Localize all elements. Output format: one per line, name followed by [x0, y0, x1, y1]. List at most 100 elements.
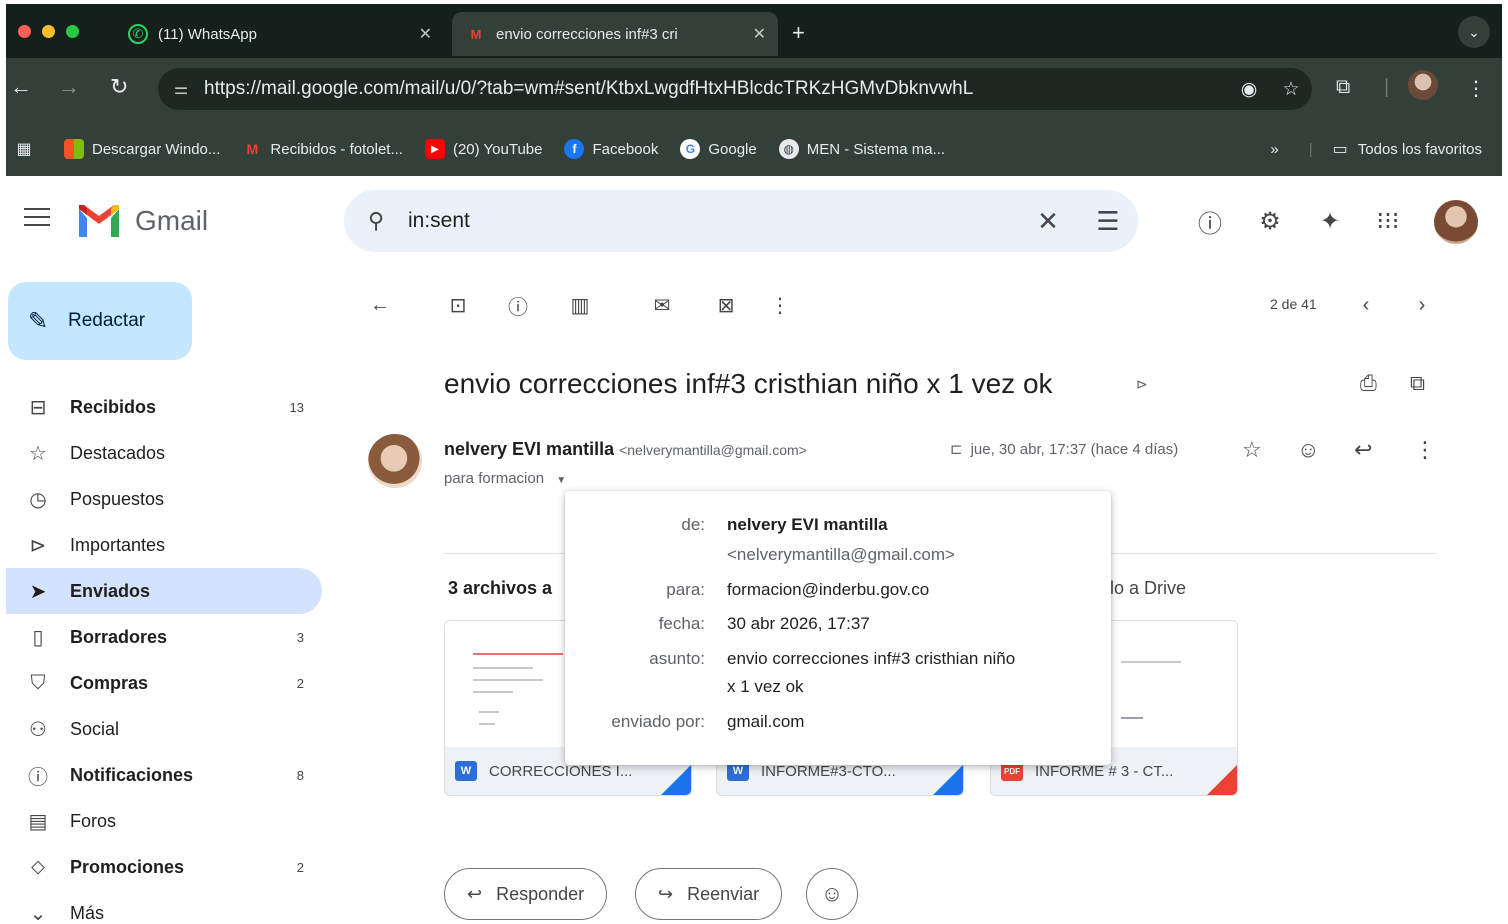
reply-icon[interactable]: ↩	[1354, 437, 1372, 463]
trash-icon[interactable]: ▥	[562, 288, 598, 322]
sidebar-item-social[interactable]: ⚇ Social	[6, 706, 322, 752]
archive-icon[interactable]: ⊡	[440, 288, 476, 322]
bookmarks-overflow-button[interactable]: »	[1270, 141, 1278, 158]
more-menu-icon[interactable]: ⋮	[1466, 76, 1486, 101]
bookmark-item[interactable]: ◍ MEN - Sistema ma...	[778, 139, 946, 159]
emoji-reaction-icon[interactable]: ☺	[1297, 437, 1319, 463]
search-icon[interactable]: ⚲	[344, 208, 408, 234]
mark-unread-icon[interactable]: ✉	[644, 288, 680, 322]
minimize-window-button[interactable]	[42, 25, 55, 38]
sidebar-item-label: Importantes	[70, 534, 166, 555]
extensions-icon[interactable]: ⧉	[1336, 76, 1350, 99]
bookmark-star-icon[interactable]: ☆	[1270, 78, 1312, 101]
new-tab-button[interactable]: +	[792, 20, 805, 46]
details-label: para:	[666, 580, 705, 599]
bookmark-label: (20) YouTube	[452, 140, 543, 158]
back-arrow-icon[interactable]: ←	[362, 288, 398, 322]
all-bookmarks-button[interactable]: Todos los favoritos	[1358, 141, 1482, 158]
tag-icon: ⬦	[31, 855, 45, 878]
gmail-logo-icon[interactable]	[76, 203, 122, 241]
sender-avatar[interactable]	[368, 434, 422, 488]
tab-title: envio correcciones inf#3 cri	[496, 25, 678, 43]
sidebar-item-promociones[interactable]: ⬦ Promociones 2	[6, 844, 322, 890]
sender-name[interactable]: nelvery EVI mantilla	[444, 439, 614, 459]
recipient-toggle[interactable]: para formacion ▼	[444, 470, 566, 487]
close-window-button[interactable]	[18, 25, 31, 38]
tab-whatsapp[interactable]: ✆ (11) WhatsApp ✕	[114, 12, 444, 56]
profile-avatar[interactable]	[1408, 70, 1438, 100]
sidebar-item-destacados[interactable]: ☆ Destacados	[6, 430, 322, 476]
caret-down-icon[interactable]: ▼	[556, 475, 566, 486]
details-mailedby-value: gmail.com	[727, 712, 805, 731]
message-subject: envio correcciones inf#3 cristhian niño …	[444, 368, 1053, 399]
reply-button[interactable]: ↩ Responder	[444, 868, 608, 920]
message-date: ⊏ jue, 30 abr, 17:37 (hace 4 días)	[950, 440, 1178, 458]
tab-search-icon[interactable]: ⌄	[1458, 16, 1490, 48]
bookmark-label: Recibidos - fotolet...	[270, 140, 403, 158]
bookmark-label: Facebook	[592, 140, 659, 158]
address-bar[interactable]: ⚌ https://mail.google.com/mail/u/0/?tab=…	[158, 68, 1312, 110]
close-tab-icon[interactable]: ✕	[753, 24, 766, 44]
sidebar-item-importantes[interactable]: ⊳ Importantes	[6, 522, 322, 568]
bookmark-item[interactable]: ▶ (20) YouTube	[424, 139, 543, 159]
sidebar-item-compras[interactable]: ⛉ Compras 2	[6, 660, 322, 706]
sidebar-item-pospuestos[interactable]: ◷ Pospuestos	[6, 476, 322, 522]
search-input[interactable]	[408, 209, 1018, 233]
close-tab-icon[interactable]: ✕	[419, 24, 432, 44]
search-options-icon[interactable]: ☰	[1078, 206, 1138, 237]
previous-icon[interactable]: ‹	[1348, 288, 1384, 322]
settings-gear-icon[interactable]: ⚙	[1254, 205, 1286, 237]
info-icon: ⓘ	[28, 766, 48, 789]
apps-grid-icon[interactable]: ▦	[6, 139, 42, 159]
sidebar-item-notificaciones[interactable]: ⓘ Notificaciones 8	[6, 752, 322, 798]
sidebar-item-mas[interactable]: ⌄ Más	[6, 890, 322, 924]
sidebar-item-borradores[interactable]: ▯ Borradores 3	[6, 614, 322, 660]
sidebar-item-label: Compras	[70, 672, 149, 693]
sidebar-item-foros[interactable]: ▤ Foros	[6, 798, 322, 844]
word-doc-icon: W	[455, 761, 477, 781]
divider: |	[1384, 76, 1390, 98]
forward-arrow-icon[interactable]: →	[58, 74, 80, 100]
next-icon[interactable]: ›	[1404, 288, 1440, 322]
compose-button[interactable]: ✎ Redactar	[8, 282, 192, 360]
move-to-icon[interactable]: ⊠	[708, 288, 744, 322]
forward-button[interactable]: ↪ Reenviar	[635, 868, 783, 920]
sidebar-item-enviados[interactable]: ➤ Enviados	[6, 568, 322, 614]
maximize-window-button[interactable]	[66, 25, 79, 38]
eye-icon[interactable]: ◉	[1228, 78, 1270, 101]
compose-label: Redactar	[68, 310, 146, 331]
bookmark-item[interactable]: G Google	[680, 139, 757, 159]
forward-label: Reenviar	[687, 883, 760, 904]
main-menu-icon[interactable]	[24, 208, 50, 232]
site-info-icon[interactable]: ⚌	[158, 79, 204, 99]
clear-search-icon[interactable]: ✕	[1018, 206, 1078, 237]
report-spam-icon[interactable]: ⓘ	[500, 288, 536, 322]
save-to-drive-link[interactable]: lo a Drive	[1110, 578, 1186, 599]
apps-grid-icon[interactable]: ⁝⁝⁝	[1372, 205, 1404, 237]
reload-icon[interactable]: ↻	[110, 74, 128, 100]
account-avatar[interactable]	[1434, 200, 1478, 244]
help-icon[interactable]: ⓘ	[1194, 205, 1226, 238]
emoji-react-button[interactable]: ☺	[806, 868, 858, 920]
more-options-icon[interactable]: ⋮	[762, 288, 798, 322]
bookmark-label: MEN - Sistema ma...	[806, 140, 946, 158]
details-from-email: <nelverymantilla@gmail.com>	[727, 545, 955, 564]
sender-info: nelvery EVI mantilla <nelverymantilla@gm…	[444, 439, 807, 460]
important-marker-icon[interactable]: ⊳	[1136, 376, 1148, 393]
bookmark-item[interactable]: f Facebook	[564, 139, 658, 159]
tab-gmail[interactable]: M envio correcciones inf#3 cri ✕	[452, 12, 778, 56]
star-icon[interactable]: ☆	[1242, 437, 1262, 463]
print-icon[interactable]: ⎙	[1360, 372, 1377, 396]
sidebar-item-recibidos[interactable]: ⊟ Recibidos 13	[6, 384, 322, 430]
back-arrow-icon[interactable]: ←	[10, 74, 32, 100]
details-to-value: formacion@inderbu.gov.co	[727, 580, 930, 599]
bookmark-item[interactable]: Descargar Windo...	[64, 139, 220, 159]
message-more-icon[interactable]: ⋮	[1414, 437, 1436, 463]
open-in-new-window-icon[interactable]: ⧉	[1410, 372, 1425, 396]
bookmark-item[interactable]: M Recibidos - fotolet...	[242, 139, 403, 159]
unread-count: 3	[296, 629, 304, 645]
recipient-label: para formacion	[444, 470, 545, 487]
unread-count: 8	[296, 767, 304, 783]
gemini-sparkle-icon[interactable]: ✦	[1314, 205, 1346, 237]
url-text[interactable]: https://mail.google.com/mail/u/0/?tab=wm…	[204, 78, 1228, 100]
